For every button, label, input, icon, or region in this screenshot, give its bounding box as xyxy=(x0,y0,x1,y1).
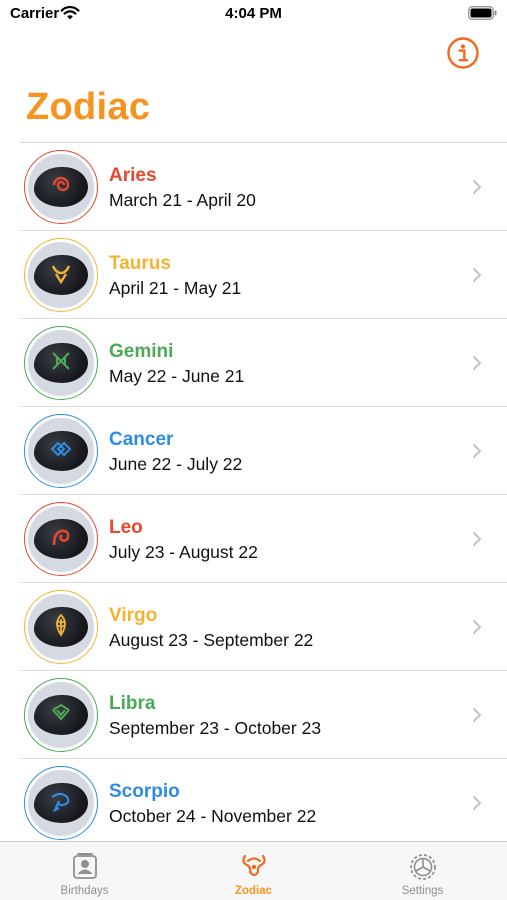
avatar xyxy=(24,150,98,224)
status-bar: Carrier 4:04 PM xyxy=(0,0,507,30)
list-item-virgo[interactable]: Virgo August 23 - September 22 xyxy=(20,583,507,671)
sign-name: Cancer xyxy=(109,429,174,450)
sign-name: Aries xyxy=(109,165,157,186)
avatar xyxy=(24,590,98,664)
sign-name: Taurus xyxy=(109,253,171,274)
chevron-right-icon xyxy=(473,356,481,370)
chevron-right-icon xyxy=(473,708,481,722)
sign-dates: September 23 - October 23 xyxy=(109,718,322,738)
sign-name: Libra xyxy=(109,693,156,714)
sign-name: Leo xyxy=(109,517,143,538)
sign-name: Gemini xyxy=(109,341,174,362)
tab-zodiac[interactable]: Zodiac xyxy=(169,842,338,900)
tab-label: Zodiac xyxy=(234,885,273,897)
chevron-right-icon xyxy=(473,796,481,810)
gear-icon xyxy=(409,854,436,880)
list-item-gemini[interactable]: Gemini May 22 - June 21 xyxy=(20,319,507,407)
avatar xyxy=(24,502,98,576)
zodiac-list: Aries March 21 - April 20 Taurus April 2… xyxy=(20,142,507,847)
chevron-right-icon xyxy=(473,620,481,634)
avatar xyxy=(24,766,98,840)
avatar xyxy=(24,678,98,752)
info-button[interactable] xyxy=(446,36,480,70)
page-title: Zodiac xyxy=(26,86,151,128)
list-item-leo[interactable]: Leo July 23 - August 22 xyxy=(20,495,507,583)
tab-settings[interactable]: Settings xyxy=(338,842,507,900)
avatar xyxy=(24,238,98,312)
sign-dates: June 22 - July 22 xyxy=(109,454,243,474)
sign-dates: April 21 - May 21 xyxy=(109,278,242,298)
tab-label: Settings xyxy=(401,885,444,897)
status-time: 4:04 PM xyxy=(225,5,282,22)
sign-dates: March 21 - April 20 xyxy=(109,190,256,210)
zodiac-icon xyxy=(241,854,266,877)
chevron-right-icon xyxy=(473,268,481,282)
person-card-icon xyxy=(72,853,97,879)
list-item-scorpio[interactable]: Scorpio October 24 - November 22 xyxy=(20,759,507,847)
tab-label: Birthdays xyxy=(60,885,109,897)
sign-dates: July 23 - August 22 xyxy=(109,542,258,562)
avatar xyxy=(24,414,98,488)
avatar xyxy=(24,326,98,400)
list-item-libra[interactable]: Libra September 23 - October 23 xyxy=(20,671,507,759)
tab-bar: Birthdays Zodiac Settings xyxy=(0,841,507,900)
list-item-cancer[interactable]: Cancer June 22 - July 22 xyxy=(20,407,507,495)
chevron-right-icon xyxy=(473,532,481,546)
tab-birthdays[interactable]: Birthdays xyxy=(0,842,169,900)
chevron-right-icon xyxy=(473,180,481,194)
sign-name: Scorpio xyxy=(109,781,180,802)
list-item-aries[interactable]: Aries March 21 - April 20 xyxy=(20,143,507,231)
sign-name: Virgo xyxy=(109,605,158,626)
sign-dates: May 22 - June 21 xyxy=(109,366,245,386)
sign-dates: August 23 - September 22 xyxy=(109,630,314,650)
list-item-taurus[interactable]: Taurus April 21 - May 21 xyxy=(20,231,507,319)
info-circle-icon xyxy=(447,37,479,69)
chevron-right-icon xyxy=(473,444,481,458)
battery-icon xyxy=(468,6,497,20)
sign-dates: October 24 - November 22 xyxy=(109,806,317,826)
